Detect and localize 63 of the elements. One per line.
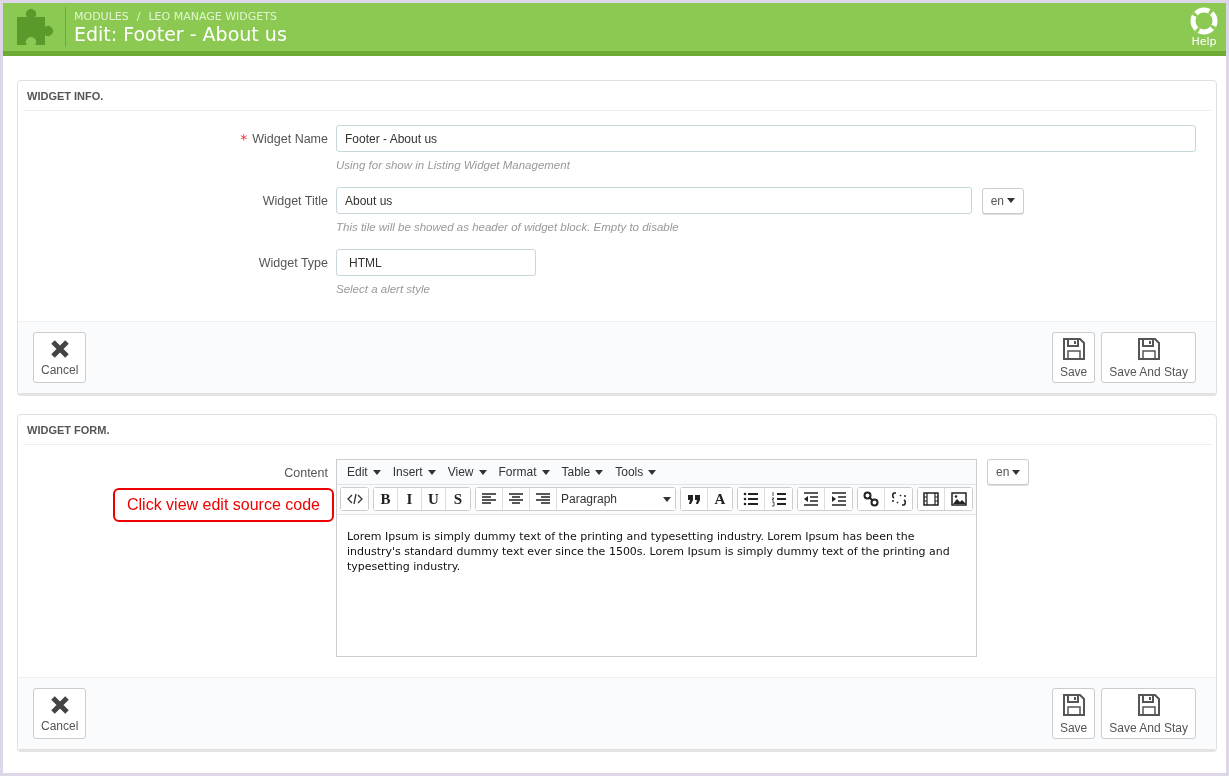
caret-icon xyxy=(595,469,604,475)
save-and-stay-button[interactable]: Save And Stay xyxy=(1101,332,1196,383)
field-label: Widget Type xyxy=(258,255,328,270)
align-center-icon xyxy=(508,491,524,507)
cancel-button[interactable]: Cancel xyxy=(33,332,87,383)
page-title: Edit: Footer - About us xyxy=(74,22,288,45)
language-dropdown[interactable]: en xyxy=(981,187,1024,214)
field-label: Widget Name xyxy=(252,131,328,146)
required-mark: * xyxy=(240,130,248,147)
caret-icon xyxy=(1007,198,1015,203)
menu-button[interactable]: Tools xyxy=(611,464,661,480)
align-left-icon xyxy=(481,491,497,507)
text-style-button[interactable]: B xyxy=(374,488,398,510)
menu-button[interactable]: Edit xyxy=(343,464,385,480)
field-label: Widget Title xyxy=(262,193,328,208)
text-field[interactable]: About us xyxy=(336,187,972,214)
caret-icon xyxy=(1012,469,1021,475)
menu-button[interactable]: Format xyxy=(494,464,554,480)
caret-icon xyxy=(478,469,487,475)
image-icon xyxy=(950,491,967,507)
help-text: Using for show in Listing Widget Management xyxy=(336,158,572,173)
help-text: Select a alert style xyxy=(336,282,431,297)
toolbar-button[interactable] xyxy=(798,488,825,510)
indent-icon xyxy=(830,491,847,507)
panel-heading: WIDGET INFO. xyxy=(23,81,1211,111)
outdent-icon xyxy=(803,491,819,507)
numbered-list-icon xyxy=(770,491,787,507)
toolbar-button[interactable] xyxy=(858,488,885,510)
cancel-button[interactable]: Cancel xyxy=(33,688,87,739)
toolbar-button[interactable] xyxy=(681,488,708,510)
save-button[interactable]: Save xyxy=(1051,332,1096,383)
caret-icon xyxy=(663,496,671,502)
toolbar-button[interactable] xyxy=(918,488,945,510)
breadcrumb-separator: / xyxy=(136,9,141,23)
panel-heading: WIDGET FORM. xyxy=(23,415,1211,445)
toolbar-button[interactable] xyxy=(476,488,503,510)
text-field[interactable]: Footer - About us xyxy=(336,125,1196,152)
link-icon xyxy=(863,491,879,507)
toolbar-button[interactable] xyxy=(738,488,765,510)
caret-icon xyxy=(541,469,550,475)
toolbar-button[interactable] xyxy=(341,488,368,510)
editor-text: Lorem Ipsum is simply dummy text of the printing and typesetting industry. Lorem Ipsum has been the industry's standard dummy text ever since the 1500s. Lorem Ipsum is simply dummy text of the printing and typesetting industry. xyxy=(346,529,951,575)
film-icon xyxy=(923,491,939,507)
menu-button[interactable]: View xyxy=(443,464,491,480)
save-and-stay-button[interactable]: Save And Stay xyxy=(1101,688,1196,739)
code-icon xyxy=(346,491,363,507)
close-icon xyxy=(49,694,70,715)
select-field[interactable]: HTML xyxy=(336,249,536,276)
bullet-list-icon xyxy=(743,491,759,507)
caret-icon xyxy=(648,469,657,475)
close-icon xyxy=(49,338,70,359)
menu-button[interactable]: Table xyxy=(557,464,608,480)
field-label: Content xyxy=(284,465,328,480)
caret-icon xyxy=(372,469,381,475)
caret-icon xyxy=(427,469,436,475)
callout-bubble: Click view edit source code xyxy=(113,488,334,522)
lifebuoy-icon xyxy=(1190,6,1218,35)
align-right-icon xyxy=(535,491,551,507)
help-text: This tile will be showed as header of widget block. Empty to disable xyxy=(336,220,680,235)
broken-link-icon xyxy=(890,491,907,507)
language-dropdown[interactable]: en xyxy=(987,459,1030,485)
save-button[interactable]: Save xyxy=(1051,688,1096,739)
menu-button[interactable]: Insert xyxy=(388,464,440,480)
